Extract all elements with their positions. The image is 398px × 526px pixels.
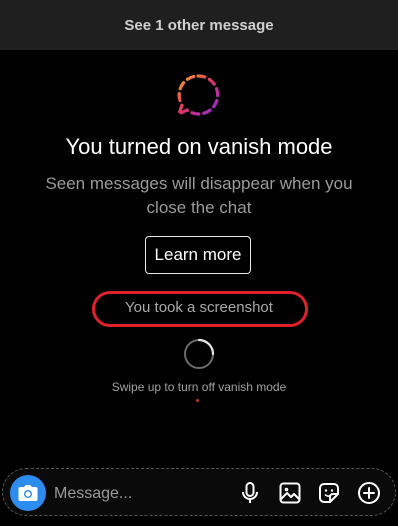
plus-icon[interactable] — [357, 481, 381, 505]
learn-more-button[interactable]: Learn more — [145, 236, 251, 274]
vanish-mode-title: You turned on vanish mode — [65, 134, 333, 159]
indicator-dot — [196, 399, 199, 402]
chat-area[interactable]: You turned on vanish mode Seen messages … — [0, 50, 398, 466]
gallery-icon[interactable] — [278, 481, 302, 505]
see-other-message-banner[interactable]: See 1 other message — [0, 0, 398, 50]
sticker-icon[interactable] — [317, 481, 341, 505]
swipe-up-hint: Swipe up to turn off vanish mode — [111, 380, 287, 394]
banner-label: See 1 other message — [124, 16, 274, 34]
loading-spinner-icon — [184, 338, 215, 369]
camera-button[interactable] — [10, 475, 46, 511]
vanish-mode-description: Seen messages will disappear when you cl… — [45, 174, 353, 217]
vanish-mode-icon — [176, 74, 220, 118]
screenshot-notice: You took a screenshot — [125, 299, 273, 316]
camera-icon — [18, 485, 38, 501]
microphone-icon[interactable] — [238, 481, 262, 505]
message-input[interactable] — [52, 478, 226, 510]
